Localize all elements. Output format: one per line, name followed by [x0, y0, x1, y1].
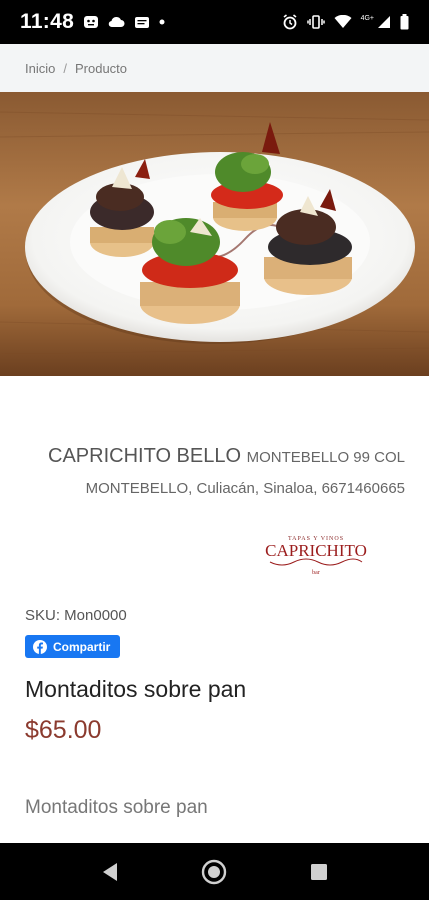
- back-icon[interactable]: [101, 862, 119, 882]
- alarm-icon: [282, 14, 298, 30]
- store-address-line1: MONTEBELLO 99 COL: [246, 449, 405, 466]
- wifi-icon: [334, 15, 352, 29]
- product-title: Montaditos sobre pan: [25, 676, 247, 702]
- network-type-label: 4G+: [360, 14, 374, 22]
- vibrate-icon: [306, 15, 325, 29]
- product-image[interactable]: [0, 92, 429, 376]
- dot-icon: [159, 19, 165, 25]
- logo-text: CAPRICHITO: [265, 541, 367, 560]
- battery-icon: [400, 14, 409, 30]
- breadcrumb: Inicio / Producto: [0, 44, 429, 92]
- breadcrumb-separator: /: [63, 60, 67, 76]
- store-logo: TAPAS Y VINOS CAPRICHITO bar: [262, 530, 370, 578]
- cell-signal-icon: [377, 15, 391, 29]
- store-address-line2: MONTEBELLO, Culiacán, Sinaloa, 667146066…: [85, 480, 405, 497]
- recents-icon[interactable]: [310, 863, 328, 881]
- message-icon: [134, 16, 150, 29]
- clock: 11:48: [20, 10, 75, 33]
- store-name-line: CAPRICHITO BELLO MONTEBELLO 99 COL: [48, 445, 405, 468]
- navigation-bar: [0, 843, 429, 900]
- product-description: Montaditos sobre pan: [25, 797, 208, 818]
- facebook-icon: [33, 639, 47, 654]
- status-bar: 11:48 4G+: [0, 0, 429, 44]
- cloud-icon: [108, 16, 125, 28]
- logo-sub: bar: [312, 570, 320, 576]
- breadcrumb-home-link[interactable]: Inicio: [25, 61, 55, 76]
- product-sku: SKU: Mon0000: [25, 607, 127, 624]
- share-label: Compartir: [53, 639, 111, 654]
- product-price: $65.00: [25, 716, 102, 744]
- facebook-share-button[interactable]: Compartir: [25, 635, 121, 658]
- home-icon[interactable]: [201, 859, 227, 885]
- store-name: CAPRICHITO BELLO: [48, 445, 242, 467]
- breadcrumb-current: Producto: [74, 60, 128, 76]
- notification-app-icon: [83, 15, 99, 29]
